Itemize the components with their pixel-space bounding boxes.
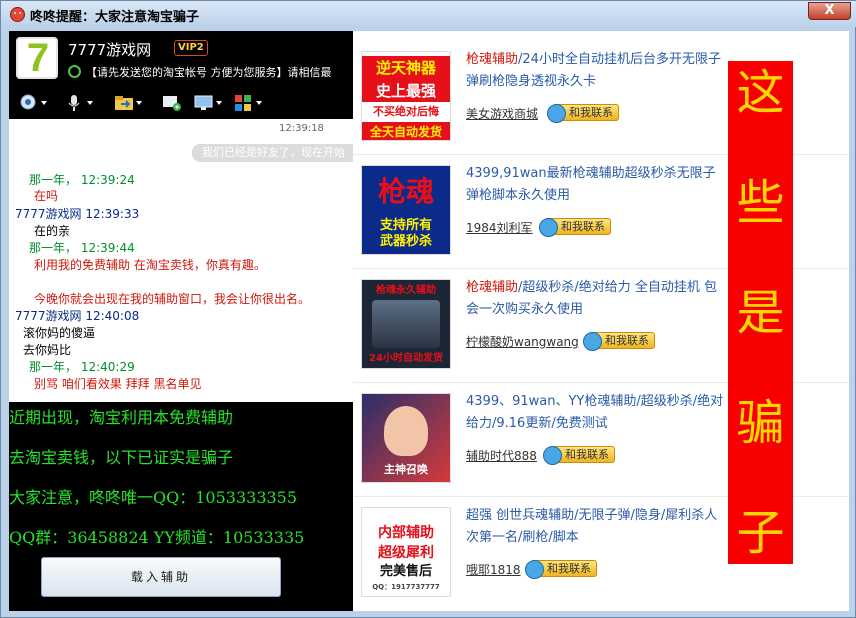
message-header: 那一年， 12:39:24 (29, 173, 135, 187)
seller-name[interactable]: 柠檬酸奶wangwang (466, 333, 579, 350)
chat-history[interactable]: 12:39:18 我们已经是好友了，现在开始 那一年， 12:39:24 在吗 … (9, 119, 353, 402)
listing-thumbnail[interactable]: 逆天神器 史上最强 不买绝对后悔 全天自动发货 (361, 51, 451, 141)
message-text: 滚你妈的傻逼 (23, 326, 96, 340)
window-title: 咚咚提醒：大家注意淘宝骗子 (30, 10, 200, 25)
chat-window: 咚咚提醒：大家注意淘宝骗子 X 7 7777游戏网 VIP2 【请先发送您的淘宝… (0, 0, 856, 618)
chat-timestamp: 12:39:18 (279, 123, 324, 134)
system-notice: 我们已经是好友了，现在开始 (192, 144, 353, 162)
notice-line: QQ群：36458824 YY频道：10533335 (9, 528, 305, 547)
notice-line: 近期出现，淘宝利用本免费辅助 (9, 408, 234, 427)
contact-logo: 7 (16, 37, 58, 79)
listing-title[interactable]: 4399、91wan、YY枪魂辅助/超级秒杀/绝对给力/9.16更新/免费测试 (466, 391, 728, 435)
chat-panel: 7 7777游戏网 VIP2 【请先发送您的淘宝帐号 方便为您服务】请相信最 1… (9, 31, 353, 611)
message-text: 利用我的免费辅助 在淘宝卖钱，你真有趣。 (34, 258, 266, 272)
app-icon (10, 7, 25, 22)
listing-title[interactable]: 4399,91wan最新枪魂辅助超级秒杀无限子弹枪脚本永久使用 (466, 163, 728, 207)
listing-thumbnail[interactable]: 枪魂 支持所有 武器秒杀 (361, 165, 451, 255)
contact-seller-button[interactable]: 和我联系 (539, 218, 611, 237)
warning-char: 些 (736, 175, 785, 231)
listing-thumbnail[interactable]: 内部辅助 超级犀利 完美售后 QQ：1917737777 (361, 507, 451, 597)
message-text: 在吗 (34, 189, 59, 203)
message-header: 那一年， 12:39:44 (29, 241, 135, 255)
listing-thumbnail[interactable]: 主神召唤 (361, 393, 451, 483)
message-header: 7777游戏网 12:40:08 (15, 309, 140, 323)
message-header: 7777游戏网 12:39:33 (15, 207, 140, 221)
message-text: 别骂 咱们看效果 拜拜 黑名单见 (34, 377, 202, 391)
online-status-icon (68, 65, 81, 78)
warning-char: 是 (736, 285, 785, 341)
seller-name[interactable]: 辅助时代888 (466, 447, 537, 464)
listing-title[interactable]: 超强 创世兵魂辅助/无限子弹/隐身/犀利杀人次第一名/刷枪/脚本 (466, 505, 728, 549)
load-helper-button[interactable]: 载入辅助 (41, 557, 281, 597)
message-text: 今晚你就会出现在我的辅助窗口，我会让你很出名。 (34, 292, 311, 306)
seller-name[interactable]: 美女游戏商城 (466, 105, 538, 122)
contact-signature: 【请先发送您的淘宝帐号 方便为您服务】请相信最 (86, 66, 332, 79)
video-call-icon[interactable] (19, 94, 47, 112)
message-text: 去你妈比 (23, 343, 72, 357)
seller-name[interactable]: 哦耶1818 (466, 561, 521, 578)
screen-share-icon[interactable] (194, 94, 222, 112)
title-bar[interactable]: 咚咚提醒：大家注意淘宝骗子 X (1, 1, 856, 27)
warning-char: 子 (736, 505, 785, 561)
notice-line: 大家注意，咚咚唯一QQ：1053333355 (9, 488, 298, 507)
send-file-icon[interactable] (114, 94, 142, 112)
contact-seller-button[interactable]: 和我联系 (525, 560, 597, 579)
apps-icon[interactable] (234, 94, 262, 112)
listing-title[interactable]: 枪魂辅助/24小时全自动挂机后台多开无限子弹刷枪隐身透视永久卡 (466, 49, 728, 93)
seller-name[interactable]: 1984刘利军 (466, 219, 533, 236)
contact-seller-button[interactable]: 和我联系 (547, 104, 619, 123)
notice-line: 去淘宝卖钱，以下已证实是骗子 (9, 448, 234, 467)
listing-thumbnail[interactable]: 枪魂永久辅助 24小时自动发货 (361, 279, 451, 369)
message-text: 在的亲 (34, 224, 71, 238)
contact-seller-button[interactable]: 和我联系 (583, 332, 655, 351)
close-button[interactable]: X (808, 2, 851, 20)
message-header: 那一年， 12:40:29 (29, 360, 135, 374)
warning-char: 骗 (736, 395, 785, 451)
warning-char: 这 (736, 65, 785, 121)
vip-badge: VIP2 (174, 40, 208, 56)
listing-title[interactable]: 枪魂辅助/超级秒杀/绝对给力 全自动挂机 包会一次购买永久使用 (466, 277, 728, 321)
scam-warning-banner: 这 些 是 骗 子 (728, 61, 793, 564)
contact-name[interactable]: 7777游戏网 (68, 39, 151, 60)
contact-seller-button[interactable]: 和我联系 (543, 446, 615, 465)
microphone-icon[interactable] (65, 94, 93, 112)
chat-toolbar (9, 89, 353, 119)
add-member-icon[interactable] (162, 94, 182, 112)
